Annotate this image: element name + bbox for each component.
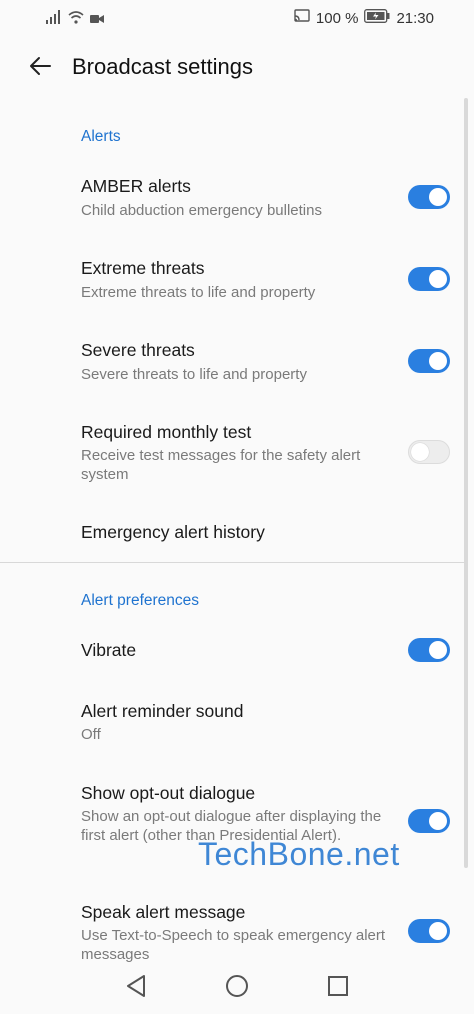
setting-subtitle: Off [81,726,101,743]
section-header-alerts: Alerts [81,128,121,145]
toggle-knob [429,641,447,659]
setting-title: Severe threats [81,340,195,360]
amber-alerts-toggle[interactable] [408,185,450,209]
setting-title: Extreme threats [81,258,205,278]
section-divider [0,562,466,563]
video-icon [90,11,104,29]
setting-subtitle: Severe threats to life and property [81,366,307,383]
battery-percent: 100 % [315,9,359,27]
toggle-knob [411,443,429,461]
required-monthly-test-toggle[interactable] [408,440,450,464]
setting-severe-threats[interactable]: Severe threats Severe threats to life an… [0,334,474,404]
speak-alert-message-toggle[interactable] [408,919,450,943]
setting-title: Alert reminder sound [81,701,244,721]
battery-icon [364,9,390,28]
setting-subtitle: Receive test messages for the safety ale… [81,447,361,483]
arrow-left-icon [28,56,52,81]
nav-recents-button[interactable] [324,974,352,1002]
setting-title: Speak alert message [81,902,246,922]
setting-title: AMBER alerts [81,176,191,196]
setting-speak-alert-message[interactable]: Speak alert message Use Text-to-Speech t… [0,897,474,962]
nav-home-button[interactable] [223,974,251,1002]
setting-subtitle: Extreme threats to life and property [81,284,316,301]
watermark: TechBone.net [198,836,400,872]
navigation-bar [0,962,474,1014]
setting-amber-alerts[interactable]: AMBER alerts Child abduction emergency b… [0,170,474,240]
toggle-knob [429,812,447,830]
setting-title: Show opt-out dialogue [81,783,256,803]
setting-alert-reminder-sound[interactable]: Alert reminder sound Off [0,696,474,752]
setting-subtitle: Child abduction emergency bulletins [81,202,322,219]
clock: 21:30 [396,9,434,27]
circle-home-icon [225,974,249,1003]
severe-threats-toggle[interactable] [408,349,450,373]
wifi-icon [68,10,84,29]
square-recents-icon [327,975,349,1002]
show-opt-out-dialogue-toggle[interactable] [408,809,450,833]
vibrate-toggle[interactable] [408,638,450,662]
app-bar: Broadcast settings [0,40,474,96]
setting-subtitle: Use Text-to-Speech to speak emergency al… [81,927,386,962]
section-header-alert-preferences: Alert preferences [81,592,200,609]
status-icons-right: 100 % 21:30 [294,9,434,28]
setting-extreme-threats[interactable]: Extreme threats Extreme threats to life … [0,252,474,322]
setting-vibrate[interactable]: Vibrate [0,632,474,672]
toggle-knob [429,270,447,288]
cast-icon [294,9,310,28]
triangle-back-icon [125,974,147,1003]
setting-emergency-alert-history[interactable]: Emergency alert history [0,514,474,554]
setting-title: Required monthly test [81,422,252,442]
extreme-threats-toggle[interactable] [408,267,450,291]
status-icons-left [46,10,104,29]
signal-icon [46,10,62,29]
setting-title: Emergency alert history [81,522,265,542]
setting-required-monthly-test[interactable]: Required monthly test Receive test messa… [0,416,474,496]
setting-title: Vibrate [81,640,137,660]
toggle-knob [429,352,447,370]
toggle-knob [429,922,447,940]
toggle-knob [429,188,447,206]
status-bar: 100 % 21:30 [0,0,474,36]
back-button[interactable] [24,52,56,84]
nav-back-button[interactable] [122,974,150,1002]
page-title: Broadcast settings [72,54,253,79]
